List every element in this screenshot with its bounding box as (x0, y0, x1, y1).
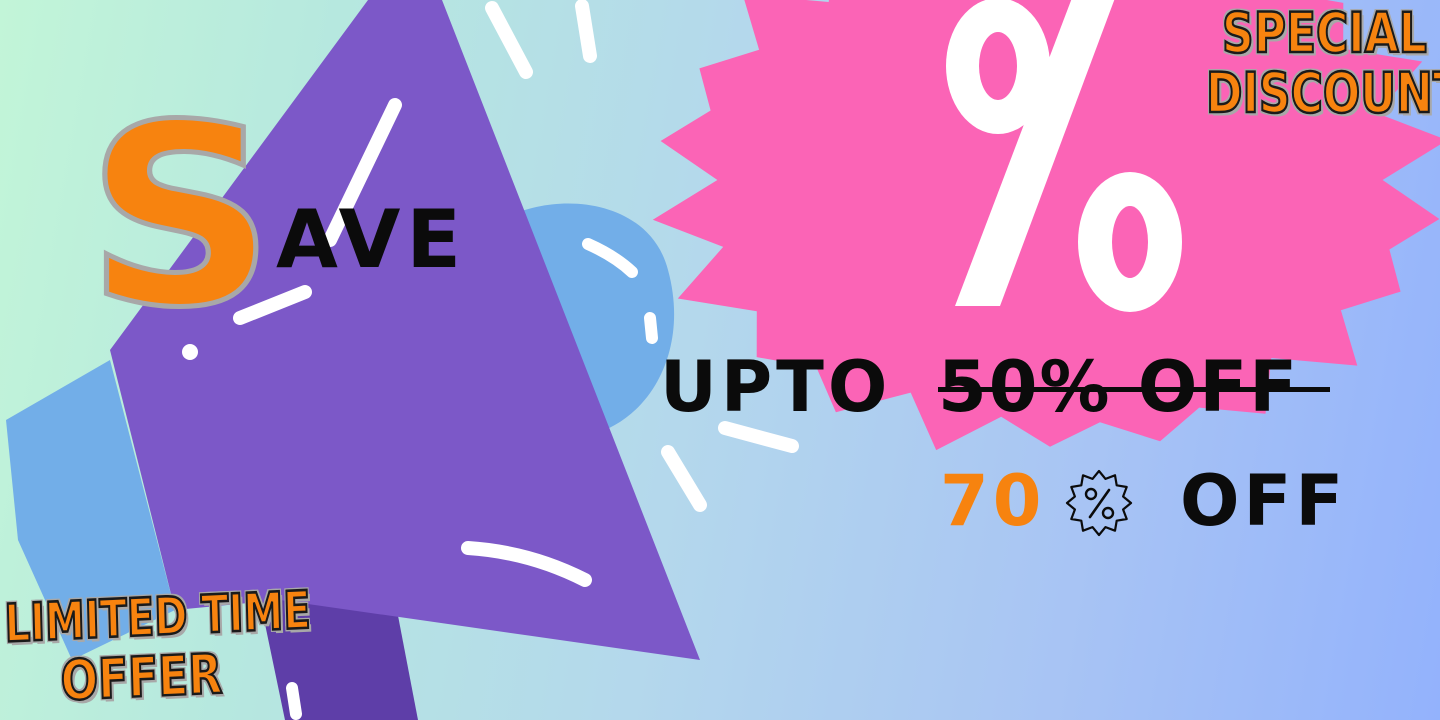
special-discount-line2: DISCOUNT (1205, 61, 1440, 126)
limited-time-line1: LIMITED TIME (3, 580, 313, 656)
new-offer-number: 70 (940, 460, 1046, 542)
limited-time-line2: OFFER (59, 642, 224, 715)
strikethrough-line (938, 387, 1330, 392)
new-offer-off-label: OFF (1180, 460, 1348, 542)
save-initial: S (83, 71, 277, 362)
percent-badge-icon (1065, 469, 1133, 537)
special-discount-line1: SPECIAL (1221, 1, 1428, 66)
save-rest-text: AVE (276, 193, 468, 286)
upto-label: UPTO (660, 346, 892, 428)
